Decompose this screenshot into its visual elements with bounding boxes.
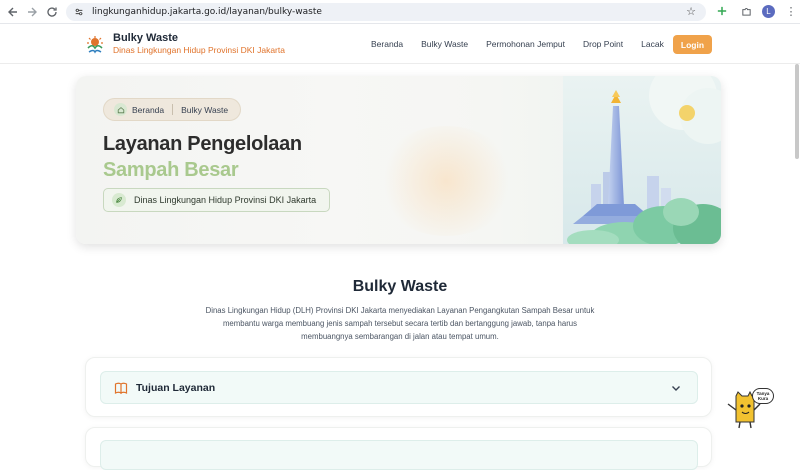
accordion-card-next	[85, 427, 712, 470]
dlh-logo-icon[interactable]	[84, 33, 106, 55]
brand-title[interactable]: Bulky Waste	[113, 32, 178, 44]
accordion-next-header[interactable]	[100, 440, 698, 470]
nav-drop-point[interactable]: Drop Point	[583, 39, 623, 49]
forward-icon[interactable]	[22, 2, 42, 22]
agency-label: Dinas Lingkungan Hidup Provinsi DKI Jaka…	[134, 195, 317, 205]
nav-lacak[interactable]: Lacak	[641, 39, 664, 49]
hero-title-line2: Sampah Besar	[103, 159, 239, 181]
nav-bulky-waste[interactable]: Bulky Waste	[421, 39, 468, 49]
hero-glow	[376, 126, 516, 236]
browser-toolbar: lingkunganhidup.jakarta.go.id/layanan/bu…	[0, 0, 800, 24]
section-description: Dinas Lingkungan Hidup (DLH) Provinsi DK…	[205, 306, 595, 341]
nav-beranda[interactable]: Beranda	[371, 39, 403, 49]
hero-title-line1: Layanan Pengelolaan	[103, 133, 302, 155]
chevron-down-icon[interactable]	[670, 382, 682, 394]
hero-banner: Beranda Bulky Waste Layanan Pengelolaan …	[76, 76, 721, 244]
address-bar[interactable]: lingkunganhidup.jakarta.go.id/layanan/bu…	[66, 3, 706, 21]
accordion-tujuan-layanan[interactable]: Tujuan Layanan	[100, 371, 698, 404]
leaf-icon	[112, 193, 126, 207]
breadcrumb-separator	[172, 104, 174, 115]
back-icon[interactable]	[3, 2, 23, 22]
breadcrumb: Beranda Bulky Waste	[103, 98, 242, 121]
home-icon[interactable]	[114, 103, 127, 116]
reload-icon[interactable]	[42, 2, 62, 22]
mascot-bubble[interactable]: Tanya Kura	[752, 388, 774, 404]
breadcrumb-home[interactable]: Beranda	[132, 105, 164, 115]
more-menu-icon[interactable]: ⋮	[783, 3, 799, 19]
profile-avatar[interactable]: L	[762, 4, 775, 18]
agency-chip: Dinas Lingkungan Hidup Provinsi DKI Jaka…	[103, 188, 330, 212]
site-header: Bulky Waste Dinas Lingkungan Hidup Provi…	[0, 25, 800, 64]
site-info-icon[interactable]	[72, 5, 86, 19]
section-title: Bulky Waste	[352, 278, 448, 295]
page-scrollbar[interactable]	[795, 64, 799, 159]
extension-sparkle-icon[interactable]	[714, 3, 730, 19]
monas-illustration-icon	[563, 76, 721, 244]
main-nav: Beranda Bulky Waste Permohonan Jemput Dr…	[371, 39, 682, 49]
book-icon	[114, 382, 128, 394]
bookmark-star-icon[interactable]: ☆	[684, 5, 698, 19]
accordion-card: Tujuan Layanan	[85, 357, 712, 417]
accordion-label: Tujuan Layanan	[136, 381, 216, 394]
extensions-puzzle-icon[interactable]	[738, 3, 754, 19]
breadcrumb-current: Bulky Waste	[181, 104, 229, 115]
url-text: lingkunganhidup.jakarta.go.id/layanan/bu…	[92, 7, 322, 17]
nav-permohonan-jemput[interactable]: Permohonan Jemput	[486, 39, 565, 49]
brand-subtitle: Dinas Lingkungan Hidup Provinsi DKI Jaka…	[113, 45, 285, 55]
login-button[interactable]: Login	[673, 35, 712, 54]
